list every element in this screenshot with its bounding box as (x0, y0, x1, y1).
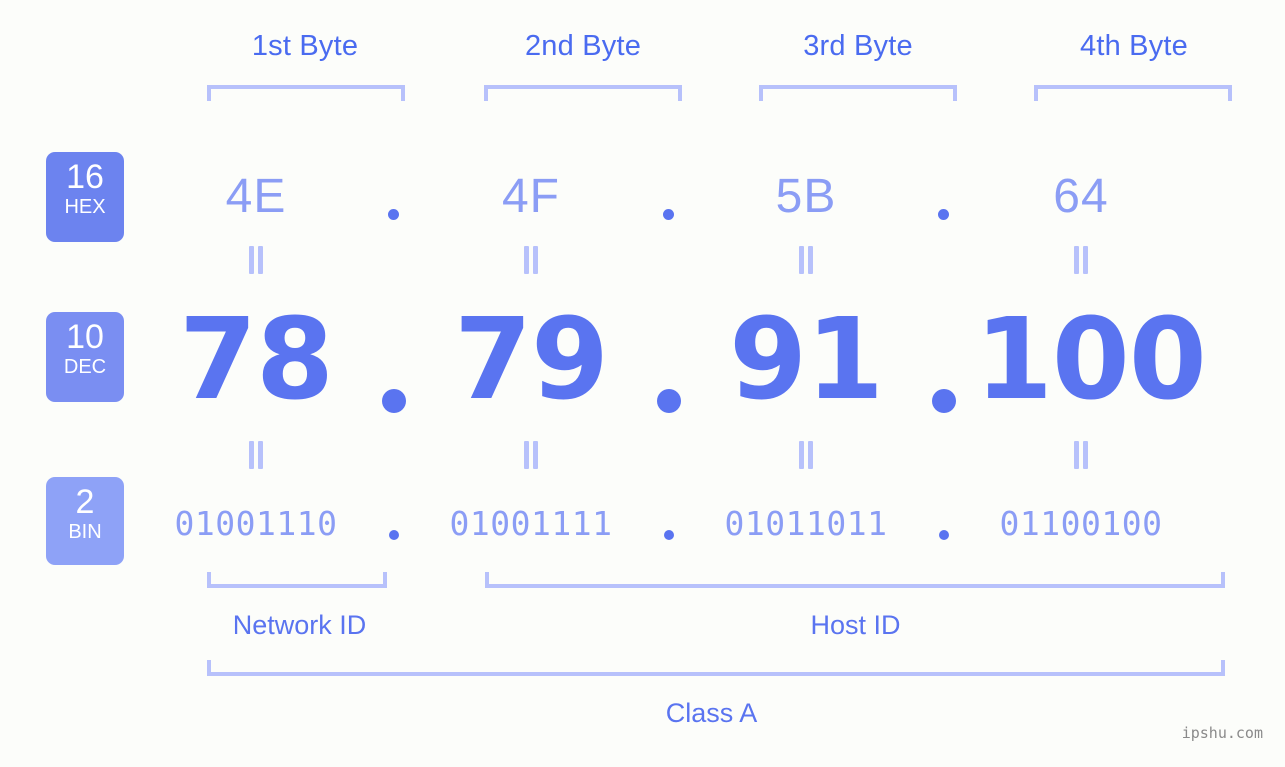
byte-header-label-4: 4th Byte (1080, 30, 1188, 62)
class-bracket (207, 660, 1225, 676)
dec-octet-4: 100 (975, 295, 1207, 425)
network-id-bracket (207, 572, 387, 588)
equals-connector-row-dec-bin (150, 441, 1265, 474)
equals-connector-6 (425, 441, 637, 474)
hex-separator-3 (912, 191, 975, 220)
equals-icon (248, 246, 264, 274)
hex-separator-1 (362, 191, 425, 220)
hex-octet-2: 4F (501, 169, 560, 223)
equals-connector-4 (975, 246, 1187, 279)
base-badge-hex-name: HEX (64, 196, 106, 218)
byte-bracket-1 (207, 85, 405, 101)
base-badge-bin-number: 2 (75, 483, 95, 521)
byte-header-label-1: 1st Byte (251, 30, 359, 62)
dec-octet-3: 91 (729, 295, 884, 425)
bin-octet-3: 01011011 (724, 503, 888, 543)
equals-icon (798, 441, 814, 469)
hex-separator-2 (637, 191, 700, 220)
base-badge-dec-number: 10 (66, 318, 104, 356)
host-id-label: Host ID (810, 610, 901, 640)
equals-icon (1073, 441, 1089, 469)
host-id-bracket (485, 572, 1225, 588)
dec-octet-1: 78 (179, 295, 334, 425)
dot-icon (663, 208, 674, 220)
bin-separator-2 (637, 518, 700, 540)
equals-connector-row-hex-dec (150, 246, 1265, 279)
dot-icon (938, 208, 949, 220)
equals-icon (248, 441, 264, 469)
hex-octet-3: 5B (775, 169, 837, 223)
base-badge-hex: 16 HEX (46, 152, 124, 242)
dec-separator-1 (362, 348, 425, 413)
base-badge-bin-name: BIN (68, 521, 102, 543)
hex-octet-4: 64 (1053, 169, 1109, 223)
base-badge-dec-name: DEC (63, 356, 107, 378)
network-id-label: Network ID (232, 610, 367, 640)
watermark: ipshu.com (1181, 724, 1263, 742)
bin-octet-4: 01100100 (999, 503, 1163, 543)
byte-bracket-2 (484, 85, 682, 101)
dot-icon (938, 530, 949, 540)
equals-icon (523, 441, 539, 469)
dot-icon (663, 530, 674, 540)
equals-icon (523, 246, 539, 274)
hex-octet-1: 4E (225, 169, 287, 223)
bin-octet-2: 01001111 (449, 503, 613, 543)
base-badge-dec: 10 DEC (46, 312, 124, 402)
bin-separator-1 (362, 518, 425, 540)
equals-icon (798, 246, 814, 274)
equals-connector-2 (425, 246, 637, 279)
equals-connector-5 (150, 441, 362, 474)
equals-connector-1 (150, 246, 362, 279)
equals-connector-7 (700, 441, 912, 474)
bin-separator-3 (912, 518, 975, 540)
dec-separator-3 (912, 348, 975, 413)
byte-bracket-4 (1034, 85, 1232, 101)
dec-value-row: 78 79 91 100 (150, 290, 1265, 430)
bin-value-row: 01001110 01001111 01011011 01100100 (150, 492, 1265, 554)
dot-icon (656, 389, 681, 413)
dec-separator-2 (637, 348, 700, 413)
ip-breakdown-diagram: 1st Byte 2nd Byte 3rd Byte 4th Byte 16 H… (0, 0, 1285, 767)
dot-icon (931, 389, 956, 413)
bin-octet-1: 01001110 (174, 503, 338, 543)
base-badge-hex-number: 16 (66, 158, 104, 196)
class-label: Class A (665, 698, 758, 728)
dot-icon (381, 389, 406, 413)
byte-bracket-3 (759, 85, 957, 101)
dec-octet-2: 79 (454, 295, 609, 425)
hex-value-row: 4E 4F 5B 64 (150, 150, 1265, 242)
equals-icon (1073, 246, 1089, 274)
equals-connector-3 (700, 246, 912, 279)
byte-header-label-3: 3rd Byte (803, 30, 913, 62)
equals-connector-8 (975, 441, 1187, 474)
dot-icon (388, 530, 399, 540)
base-badge-bin: 2 BIN (46, 477, 124, 565)
byte-header-label-2: 2nd Byte (524, 30, 642, 62)
dot-icon (388, 208, 399, 220)
